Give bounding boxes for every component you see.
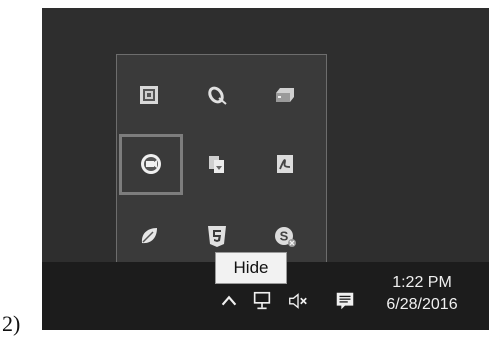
chevron-up-icon[interactable] (216, 288, 242, 314)
clock-date: 6/28/2016 (386, 296, 458, 313)
figure-label: 2) (2, 311, 21, 336)
realtek-audio-icon[interactable] (136, 82, 162, 108)
leaf-app-icon[interactable] (136, 223, 162, 249)
volume-muted-icon[interactable] (285, 288, 311, 314)
taskbar-clock[interactable]: 1:22 PM 6/28/2016 (372, 272, 472, 316)
html5-shield-icon[interactable] (204, 223, 230, 249)
removable-drive-icon[interactable] (272, 82, 298, 108)
record-icon[interactable] (138, 151, 164, 177)
hide-tooltip: Hide (215, 252, 287, 284)
file-copy-icon[interactable] (204, 151, 230, 177)
svg-text:S: S (280, 229, 289, 244)
skype-icon[interactable]: S (272, 223, 298, 249)
clock-time: 1:22 PM (392, 274, 452, 291)
network-icon[interactable] (249, 288, 275, 314)
tray-overflow-flyout: S (116, 54, 327, 282)
screenshot-area: S Hide 1:22 PM 6/28/2016 (42, 8, 489, 330)
action-center-icon[interactable] (332, 288, 358, 314)
adobe-acrobat-icon[interactable] (272, 151, 298, 177)
satellite-dish-icon[interactable] (204, 82, 230, 108)
